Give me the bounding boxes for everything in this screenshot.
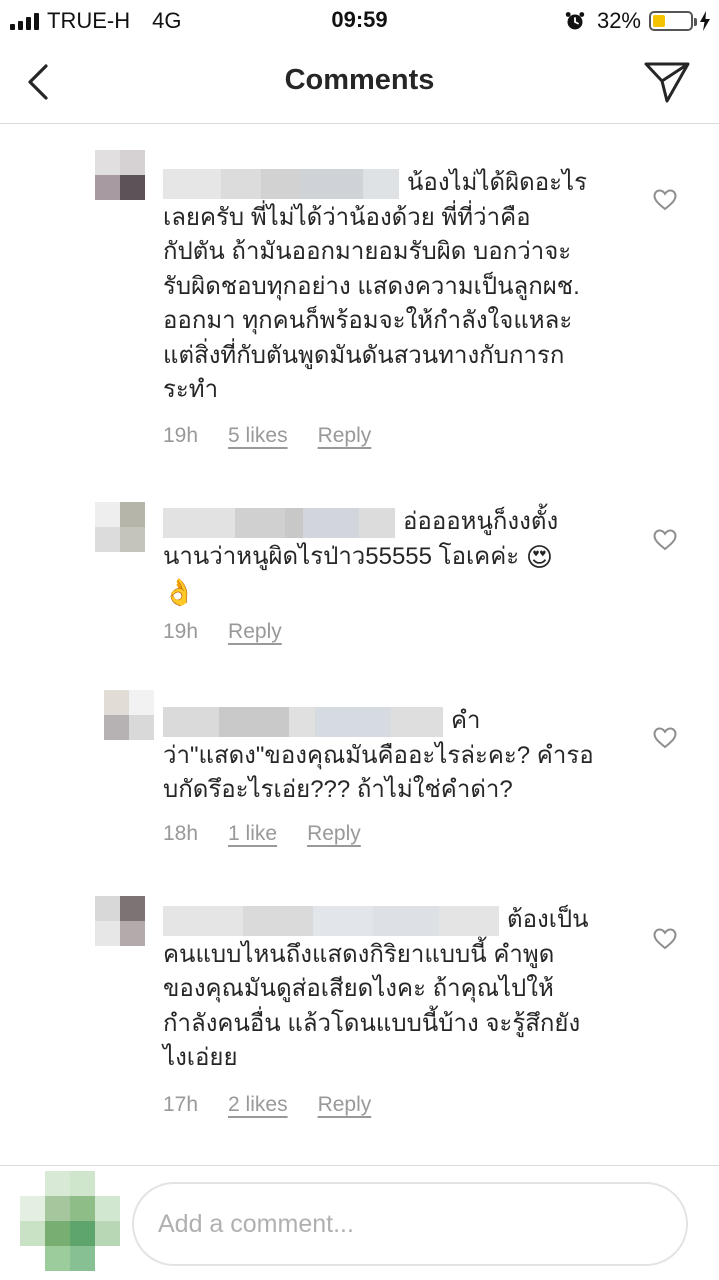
comment-line: คนแบบไหนถึงแสดงกิริยาแบบนี้ คำพูด xyxy=(163,940,555,968)
likes-count-link[interactable]: 5 likes xyxy=(228,424,288,448)
reply-button[interactable]: Reply xyxy=(307,822,361,846)
comment-meta: 17h 2 likes Reply xyxy=(163,1093,371,1117)
like-heart-icon[interactable] xyxy=(653,928,677,950)
like-heart-icon[interactable] xyxy=(653,727,677,749)
comment-meta: 19h 5 likes Reply xyxy=(163,424,371,448)
comment-composer xyxy=(0,1165,719,1280)
charging-bolt-icon xyxy=(700,11,710,31)
comment-time: 18h xyxy=(163,822,199,845)
comment-line: ว่า"แสดง"ของคุณมันคืออะไรล่ะคะ? คำรอ xyxy=(163,741,594,769)
comment-line: น้องไม่ได้ผิดอะไร xyxy=(407,169,587,196)
comment-line: ไงเอ่ยย xyxy=(163,1044,238,1071)
add-comment-input[interactable] xyxy=(132,1182,688,1266)
comment-text: คำ ว่า"แสดง"ของคุณมันคืออะไรล่ะคะ? คำรอ … xyxy=(163,704,633,808)
navigation-header: Comments xyxy=(0,40,719,124)
comment-line: กำลังคนอื่น แล้วโดนแบบนี้บ้าง จะรู้สึกยั… xyxy=(163,1009,581,1037)
comment-text: น้องไม่ได้ผิดอะไร เลยครับ พี่ไม่ได้ว่าน้… xyxy=(163,166,633,408)
comment-line: อ่อออหนูก็งงตั้ง xyxy=(403,508,559,535)
battery-icon xyxy=(649,11,697,31)
reply-button[interactable]: Reply xyxy=(228,620,282,644)
comment-line: บกัดรึอะไรเอ่ย??? ถ้าไม่ใช่คำด่า? xyxy=(163,776,513,803)
likes-count-link[interactable]: 2 likes xyxy=(228,1093,288,1117)
comment-line: เลยครับ พี่ไม่ได้ว่าน้องด้วย พี่ที่ว่าคื… xyxy=(163,203,531,231)
comment-line: รับผิดชอบทุกอย่าง แสดงความเป็นลูกผช. xyxy=(163,272,580,300)
status-right: 32% xyxy=(565,8,711,34)
current-user-avatar xyxy=(20,1171,120,1271)
comment-line: แต่สิ่งที่กับตันพูดมันดันสวนทางกับการก xyxy=(163,341,565,369)
reply-button[interactable]: Reply xyxy=(318,1093,372,1117)
commenter-avatar[interactable] xyxy=(95,896,145,946)
ok-hand-emoji: 👌 xyxy=(163,576,196,607)
username-pixelated[interactable] xyxy=(163,905,499,936)
battery-level xyxy=(653,15,665,27)
like-heart-icon[interactable] xyxy=(653,529,677,551)
comment-line: กัปตัน ถ้ามันออกมายอมรับผิด บอกว่าจะ xyxy=(163,238,572,265)
comment-line: คำ xyxy=(451,707,481,734)
comment-time: 19h xyxy=(163,620,199,643)
page-title: Comments xyxy=(284,64,435,96)
comment-line: ออกมา ทุกคนก็พร้อมจะให้กำลังใจแหละ xyxy=(163,307,573,334)
reply-button[interactable]: Reply xyxy=(318,424,372,448)
comment-time: 17h xyxy=(163,1093,199,1116)
heart-eyes-emoji: 😍 xyxy=(525,541,553,572)
username-pixelated[interactable] xyxy=(163,168,399,199)
comment-meta: 19h Reply xyxy=(163,620,282,644)
status-bar: TRUE-H 4G 09:59 32% xyxy=(0,0,719,40)
commenter-avatar[interactable] xyxy=(104,690,154,740)
commenter-avatar[interactable] xyxy=(95,150,145,200)
comment-text: อ่อออหนูก็งงตั้ง นานว่าหนูผิดไรป่าว55555… xyxy=(163,505,633,609)
like-heart-icon[interactable] xyxy=(653,189,677,211)
username-pixelated[interactable] xyxy=(163,507,395,538)
alarm-clock-icon xyxy=(565,12,585,30)
likes-count-link[interactable]: 1 like xyxy=(228,822,277,846)
comment-line: ของคุณมันดูส่อเสียดไงคะ ถ้าคุณไปให้ xyxy=(163,975,554,1002)
comment-line: นานว่าหนูผิดไรป่าว55555 โอเคค่ะ xyxy=(163,542,520,570)
commenter-avatar[interactable] xyxy=(95,502,145,552)
comment-line: ต้องเป็น xyxy=(507,906,589,933)
comment-line: ระทำ xyxy=(163,376,219,403)
battery-percent: 32% xyxy=(596,8,641,33)
direct-message-button[interactable] xyxy=(643,60,691,104)
username-pixelated[interactable] xyxy=(163,706,443,737)
comment-meta: 18h 1 like Reply xyxy=(163,822,361,846)
comment-text: ต้องเป็น คนแบบไหนถึงแสดงกิริยาแบบนี้ คำพ… xyxy=(163,903,633,1076)
comment-time: 19h xyxy=(163,424,199,447)
